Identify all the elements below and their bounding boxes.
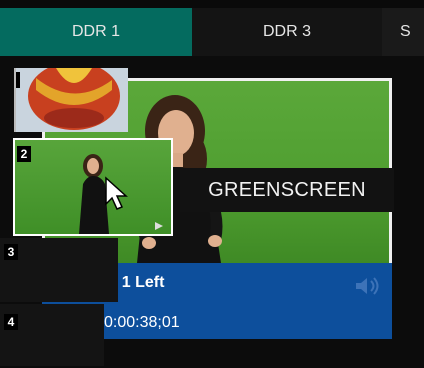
playlist-slot-1[interactable]: 1 <box>14 68 128 132</box>
tab-ddr-1[interactable]: DDR 1 <box>0 8 192 56</box>
speaker-icon[interactable] <box>352 276 382 296</box>
slot-number: 2 <box>17 146 31 162</box>
slot-number: 4 <box>4 314 18 330</box>
play-marker-icon <box>155 222 163 230</box>
tab-ddr-3[interactable]: DDR 3 <box>192 8 382 56</box>
ddr-tab-bar: DDR 1 DDR 3 S <box>0 8 424 56</box>
presenter-thumbnail <box>79 154 163 234</box>
mouse-cursor-icon <box>105 176 128 210</box>
playlist-slot-4[interactable]: 4 <box>0 304 104 366</box>
balloon-thumbnail <box>16 68 128 132</box>
clip-timecode: 0:00:38;01 <box>104 314 180 331</box>
clip-name-tooltip: GREENSCREEN <box>180 168 394 212</box>
tab-partial[interactable]: S <box>400 8 424 56</box>
title-strip <box>0 0 424 8</box>
slot-number: 3 <box>4 244 18 260</box>
slot-number: 1 <box>16 72 20 88</box>
playlist-slot-2[interactable]: 2 <box>13 138 173 236</box>
playlist-slot-3[interactable]: 3 <box>0 238 118 302</box>
